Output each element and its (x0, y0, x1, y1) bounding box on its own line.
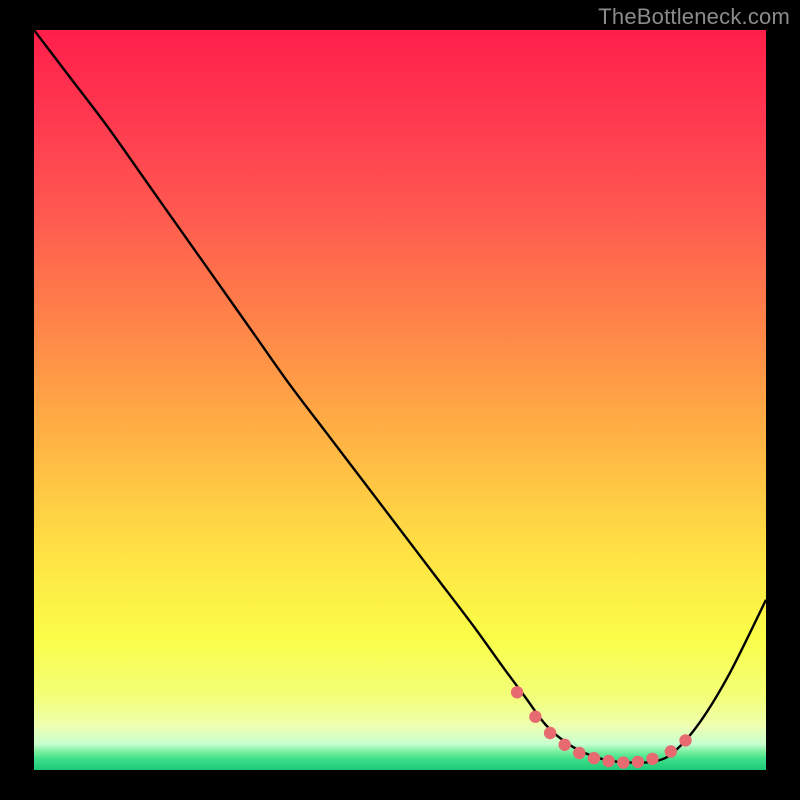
marker-dot (559, 739, 571, 751)
marker-dot (573, 747, 585, 759)
marker-dot (602, 755, 614, 767)
watermark-text: TheBottleneck.com (598, 4, 790, 30)
marker-dot (632, 756, 644, 768)
marker-dot (544, 727, 556, 739)
marker-dot (679, 734, 691, 746)
marker-dot (646, 753, 658, 765)
marker-dot (529, 711, 541, 723)
marker-dot (511, 686, 523, 698)
chart-frame: TheBottleneck.com (0, 0, 800, 800)
gradient-background (34, 30, 766, 770)
chart-svg (34, 30, 766, 770)
plot-area (34, 30, 766, 770)
marker-dot (588, 752, 600, 764)
marker-dot (665, 745, 677, 757)
marker-dot (617, 756, 629, 768)
